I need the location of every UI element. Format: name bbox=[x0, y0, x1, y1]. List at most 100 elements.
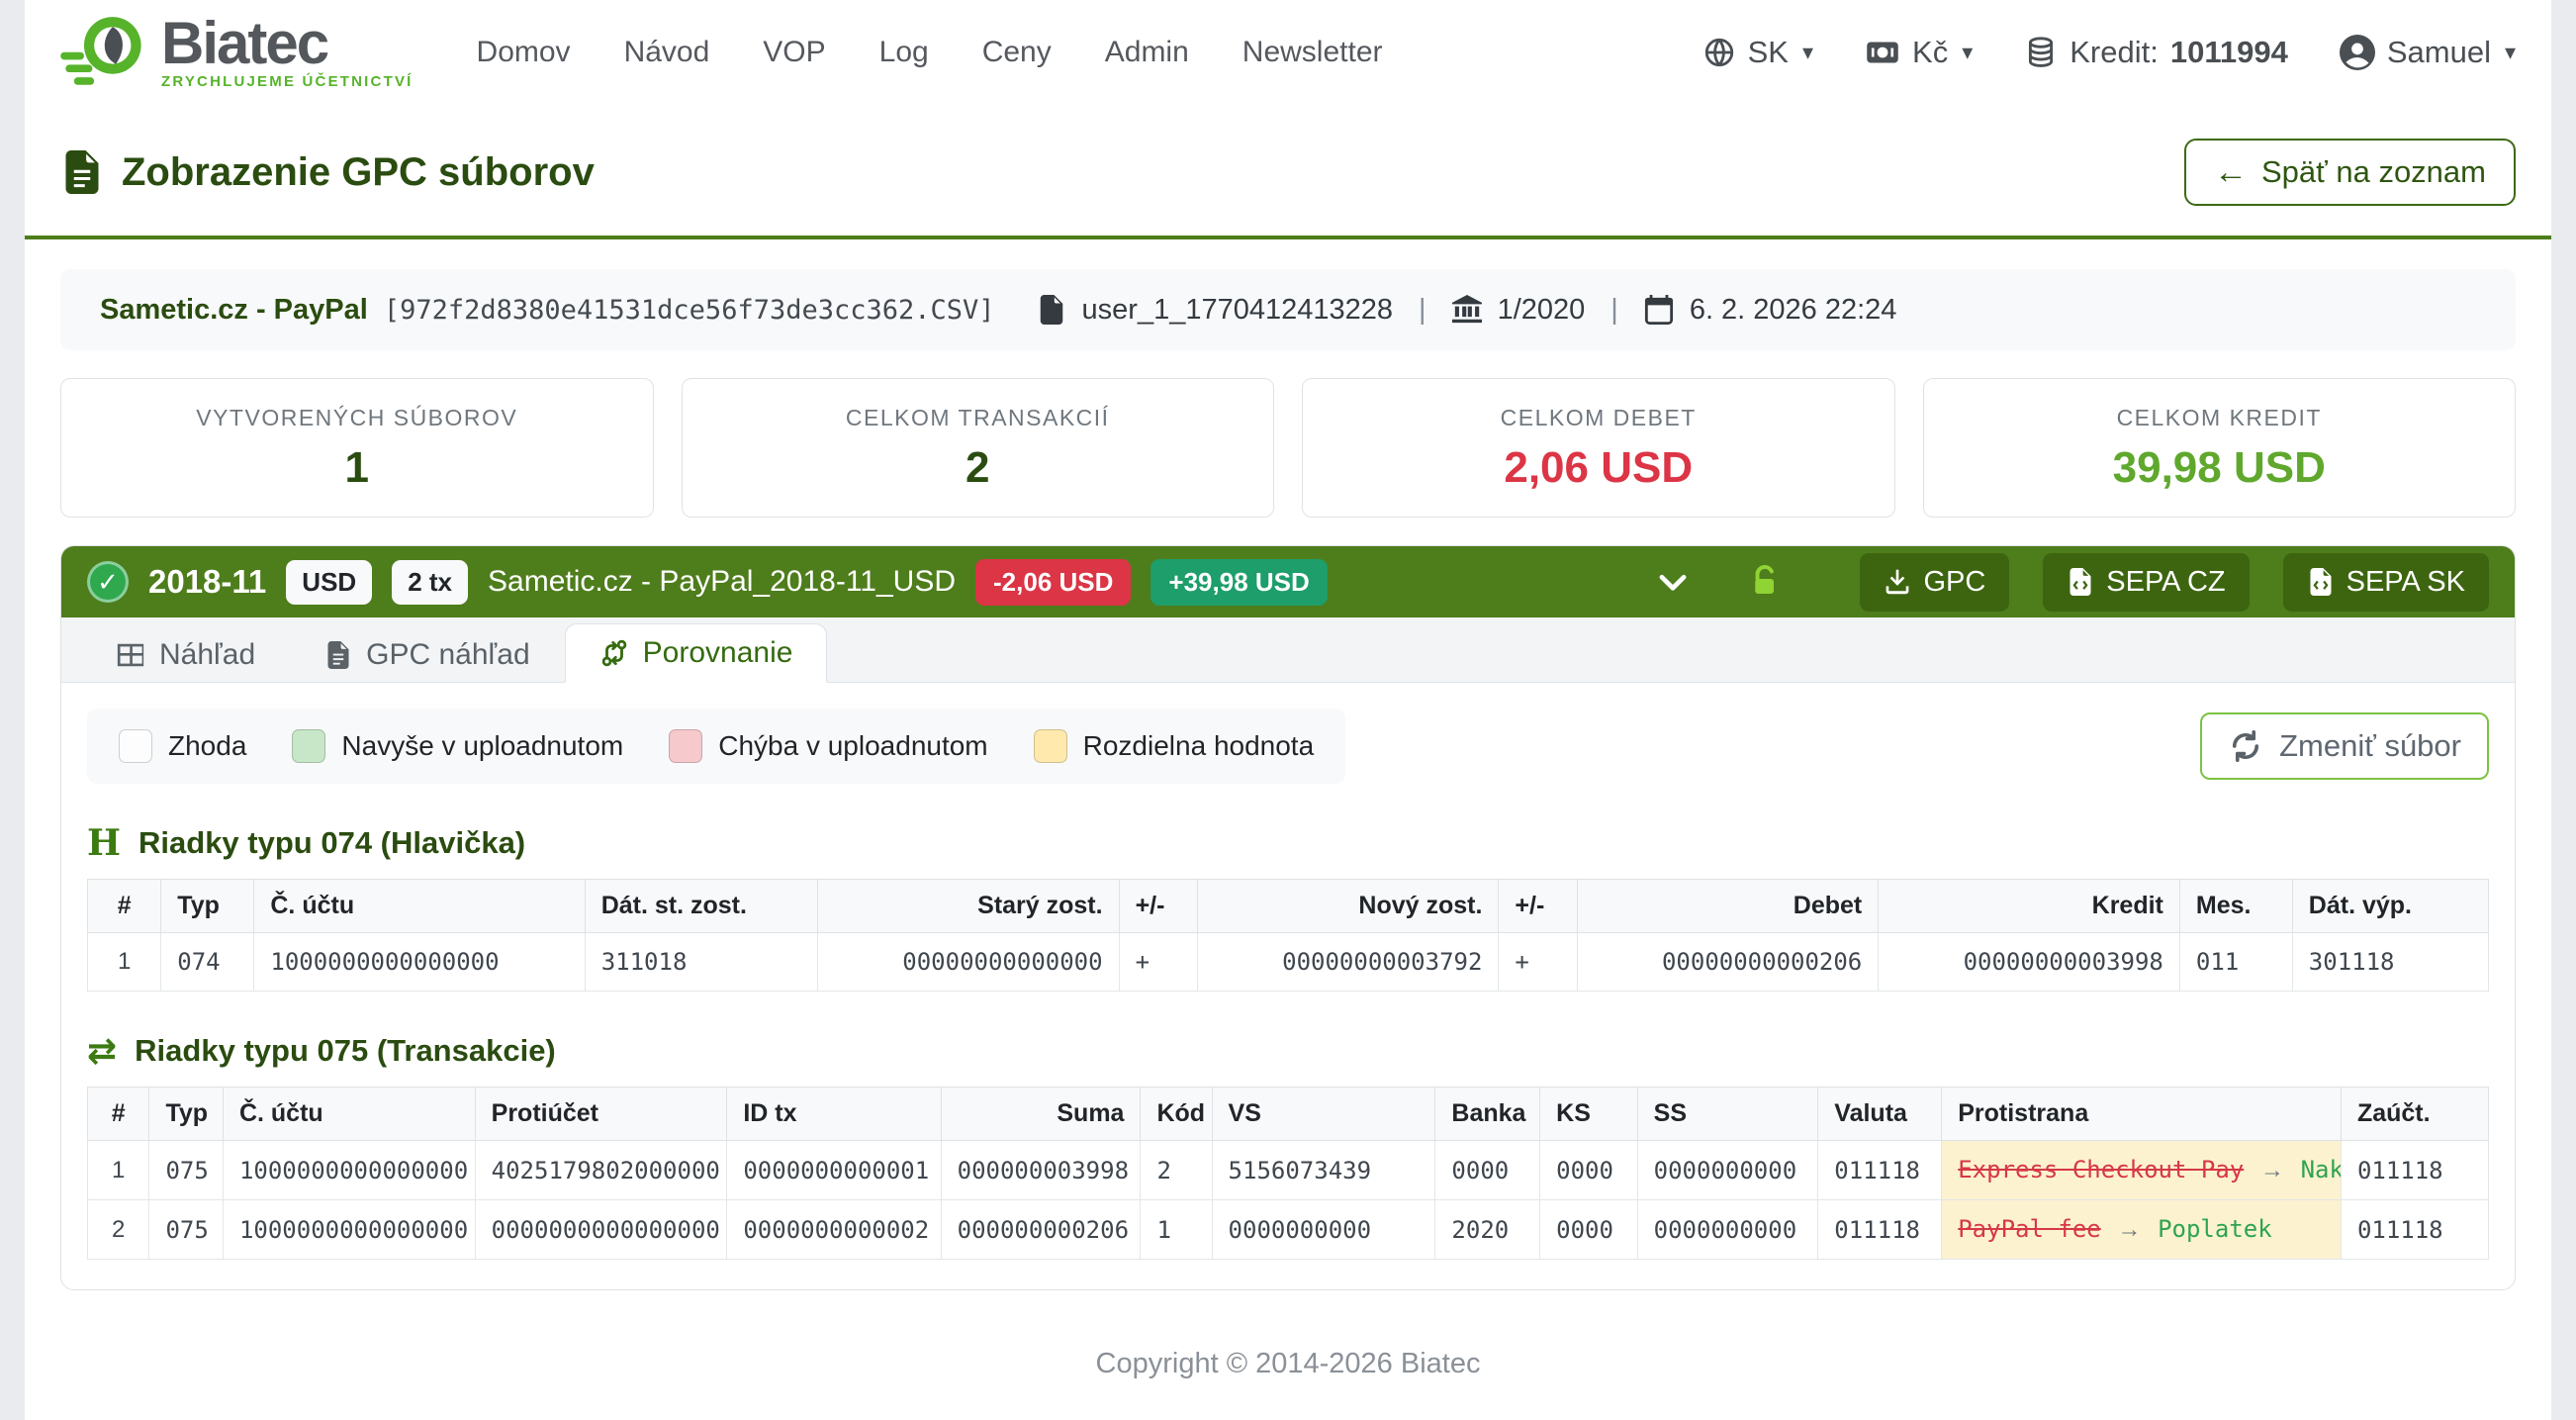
nav-item-vop[interactable]: VOP bbox=[763, 36, 825, 69]
currency-dropdown[interactable]: Kč ▾ bbox=[1865, 35, 1973, 70]
page-title: Zobrazenie GPC súborov bbox=[122, 150, 595, 195]
currency-badge: USD bbox=[286, 560, 372, 605]
table-icon bbox=[116, 640, 145, 670]
counterparty-diff-cell: PayPal fee → Poplatek bbox=[1942, 1200, 2342, 1260]
tab-strip: Náhľad GPC náhľad bbox=[61, 617, 2515, 683]
stat-label: CELKOM DEBET bbox=[1303, 405, 1894, 431]
stat-label: VYTVORENÝCH SÚBOROV bbox=[61, 405, 653, 431]
counterparty-old-value: PayPal fee bbox=[1958, 1215, 2101, 1243]
legend-swatch-match bbox=[119, 729, 152, 763]
file-hash-name: [972f2d8380e41531dce56f73de3cc362.CSV] bbox=[384, 295, 995, 326]
calendar-icon bbox=[1644, 295, 1674, 325]
caret-down-icon: ▾ bbox=[1802, 40, 1813, 65]
title-divider bbox=[25, 236, 2551, 239]
nav-item-newsletter[interactable]: Newsletter bbox=[1242, 36, 1383, 69]
gpc-file-header[interactable]: ✓ 2018-11 USD 2 tx Sametic.cz - PayPal_2… bbox=[61, 546, 2515, 617]
table-row: 1 075 1000000000000000 4025179802000000 … bbox=[88, 1141, 2489, 1200]
logo-mark-icon bbox=[60, 12, 151, 94]
banknote-icon bbox=[1865, 35, 1900, 70]
unlock-icon[interactable] bbox=[1747, 564, 1783, 600]
stat-card-debet: CELKOM DEBET 2,06 USD bbox=[1302, 378, 1895, 518]
navbar-controls: SK ▾ Kč ▾ bbox=[1702, 35, 2516, 70]
sepa-sk-button-label: SEPA SK bbox=[2346, 566, 2465, 599]
caret-down-icon: ▾ bbox=[2505, 40, 2516, 65]
logo[interactable]: Biatec ZRYCHLUJEME ÚČETNICTVÍ bbox=[60, 12, 414, 94]
table-row: 2 075 1000000000000000 0000000000000000 … bbox=[88, 1200, 2489, 1260]
gpc-button-label: GPC bbox=[1923, 566, 1985, 599]
credit-indicator[interactable]: Kredit: 1011994 bbox=[2024, 35, 2288, 70]
transactions-icon: ⇄ bbox=[87, 1033, 117, 1069]
stat-value: 39,98 USD bbox=[1924, 443, 2516, 493]
file-user-id: user_1_1770412413228 bbox=[1082, 294, 1393, 327]
counterparty-diff-cell: Express Checkout Pay → Nakup bbox=[1942, 1141, 2342, 1200]
stat-card-kredit: CELKOM KREDIT 39,98 USD bbox=[1923, 378, 2517, 518]
file-code-icon bbox=[2307, 568, 2335, 596]
stat-card-files: VYTVORENÝCH SÚBOROV 1 bbox=[60, 378, 654, 518]
nav-item-ceny[interactable]: Ceny bbox=[982, 36, 1052, 69]
file-display-name: Sametic.cz - PayPal bbox=[100, 294, 368, 327]
tab-porovnanie[interactable]: Porovnanie bbox=[565, 623, 828, 683]
page: Biatec ZRYCHLUJEME ÚČETNICTVÍ Domov Návo… bbox=[25, 0, 2551, 1420]
table-074: # Typ Č. účtu Dát. st. zost. Starý zost.… bbox=[87, 879, 2489, 992]
file-datetime: 6. 2. 2026 22:24 bbox=[1690, 294, 1897, 327]
section-title: Riadky typu 075 (Transakcie) bbox=[135, 1033, 556, 1069]
back-to-list-button[interactable]: ← Späť na zoznam bbox=[2184, 139, 2516, 206]
tab-label: GPC náhľad bbox=[366, 638, 530, 672]
counterparty-new-value: Poplatek bbox=[2158, 1215, 2272, 1243]
header-row-icon: H bbox=[87, 825, 121, 861]
nav-item-admin[interactable]: Admin bbox=[1105, 36, 1189, 69]
chevron-down-icon[interactable] bbox=[1654, 563, 1692, 601]
tx-count-badge: 2 tx bbox=[392, 560, 468, 605]
legend-swatch-diff bbox=[1034, 729, 1067, 763]
currency-value: Kč bbox=[1912, 35, 1948, 70]
stat-value: 2,06 USD bbox=[1303, 443, 1894, 493]
legend-item-rozdielna: Rozdielna hodnota bbox=[1034, 729, 1315, 763]
section-heading-075: ⇄ Riadky typu 075 (Transakcie) bbox=[87, 1033, 2489, 1069]
user-dropdown[interactable]: Samuel ▾ bbox=[2340, 35, 2516, 70]
stat-card-transactions: CELKOM TRANSAKCIÍ 2 bbox=[682, 378, 1275, 518]
batch-name: Sametic.cz - PayPal_2018-11_USD bbox=[488, 565, 956, 599]
language-value: SK bbox=[1748, 35, 1789, 70]
download-gpc-button[interactable]: GPC bbox=[1860, 553, 2009, 612]
nav-item-navod[interactable]: Návod bbox=[624, 36, 710, 69]
nav-item-log[interactable]: Log bbox=[879, 36, 929, 69]
refresh-icon bbox=[2228, 728, 2263, 764]
legend-item-chyba: Chýba v uploadnutom bbox=[669, 729, 987, 763]
back-button-label: Späť na zoznam bbox=[2261, 154, 2486, 190]
back-arrow-icon: ← bbox=[2214, 155, 2248, 189]
table-header-row: # Typ Č. účtu Dát. st. zost. Starý zost.… bbox=[88, 880, 2489, 933]
stat-value: 2 bbox=[683, 443, 1274, 493]
title-row: Zobrazenie GPC súborov ← Späť na zoznam bbox=[60, 139, 2516, 206]
legend-item-navyse: Navyše v uploadnutom bbox=[292, 729, 623, 763]
credit-value: 1011994 bbox=[2170, 35, 2288, 70]
tab-gpc-nahlad[interactable]: GPC náhľad bbox=[290, 628, 565, 682]
tab-label: Porovnanie bbox=[643, 636, 793, 670]
logo-name: Biatec bbox=[161, 15, 414, 71]
logo-tagline: ZRYCHLUJEME ÚČETNICTVÍ bbox=[161, 73, 414, 90]
credit-label: Kredit: bbox=[2070, 35, 2159, 70]
check-circle-icon: ✓ bbox=[87, 561, 129, 603]
file-icon bbox=[1037, 295, 1066, 325]
language-dropdown[interactable]: SK ▾ bbox=[1702, 35, 1813, 70]
legend-item-zhoda: Zhoda bbox=[119, 729, 246, 763]
change-file-label: Zmeniť súbor bbox=[2279, 728, 2461, 764]
document-icon bbox=[60, 150, 104, 194]
table-header-row: # Typ Č. účtu Protiúčet ID tx Suma Kód V… bbox=[88, 1088, 2489, 1141]
sepa-cz-button[interactable]: SEPA CZ bbox=[2043, 553, 2249, 612]
stat-label: CELKOM TRANSAKCIÍ bbox=[683, 405, 1274, 431]
file-code-icon bbox=[2067, 568, 2094, 596]
tab-nahlad[interactable]: Náhľad bbox=[81, 628, 290, 682]
download-icon bbox=[1884, 568, 1911, 596]
debet-badge: -2,06 USD bbox=[975, 559, 1131, 606]
section-title: Riadky typu 074 (Hlavička) bbox=[138, 825, 525, 861]
caret-down-icon: ▾ bbox=[1962, 40, 1973, 65]
kredit-badge: +39,98 USD bbox=[1150, 559, 1327, 606]
stat-label: CELKOM KREDIT bbox=[1924, 405, 2516, 431]
section-heading-074: H Riadky typu 074 (Hlavička) bbox=[87, 825, 2489, 861]
coins-icon bbox=[2024, 36, 2058, 69]
change-file-button[interactable]: Zmeniť súbor bbox=[2200, 712, 2489, 780]
nav-item-domov[interactable]: Domov bbox=[477, 36, 571, 69]
file-info-bar: Sametic.cz - PayPal [972f2d8380e41531dce… bbox=[60, 269, 2516, 350]
sepa-sk-button[interactable]: SEPA SK bbox=[2283, 553, 2489, 612]
legend: Zhoda Navyše v uploadnutom Chýba v uploa… bbox=[87, 709, 1345, 784]
